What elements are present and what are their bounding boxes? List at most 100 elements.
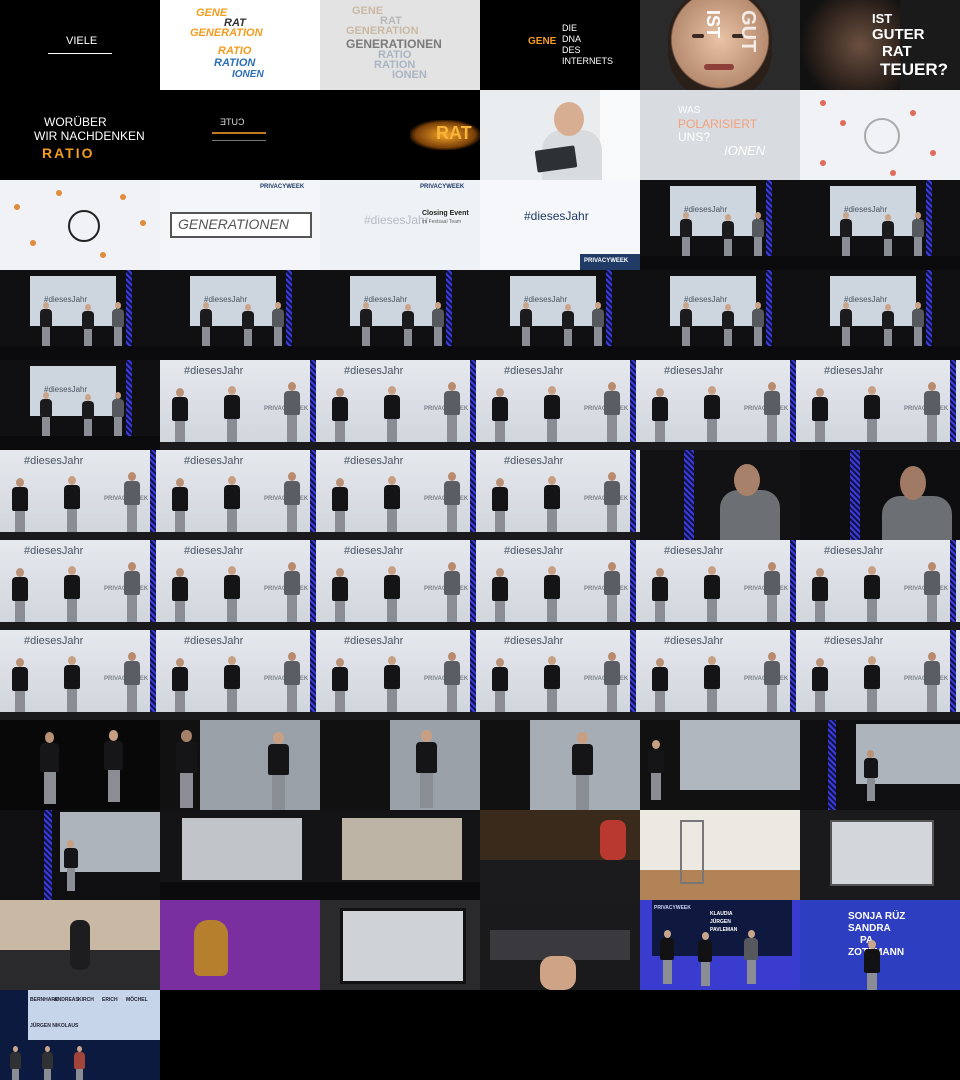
person-legs (927, 685, 937, 712)
tile-switcher[interactable] (480, 900, 640, 990)
person-shirt (40, 398, 52, 417)
tile-network-ra[interactable] (0, 180, 160, 270)
tile-rat-flare[interactable]: RAT (320, 90, 480, 180)
tile-stage-close-r7-0[interactable]: #diesesJahrPRIVACYWEEK (160, 540, 320, 630)
tile-setup[interactable] (0, 900, 160, 990)
tile-mirror[interactable]: ƎTUƆ (160, 90, 320, 180)
tile-empty-hall[interactable] (640, 810, 800, 900)
person-shirt (840, 218, 852, 237)
person (544, 656, 560, 716)
tile-stage-close-r7-5[interactable]: #diesesJahrPRIVACYWEEK (0, 630, 160, 720)
tile-walk-6[interactable] (0, 810, 160, 900)
person (752, 302, 764, 347)
tile-stage-close-r6-1[interactable]: #diesesJahrPRIVACYWEEK (320, 450, 480, 540)
person-legs (662, 959, 672, 984)
person-shirt (604, 571, 620, 595)
person-head (288, 652, 296, 661)
tile-walk-4[interactable] (640, 720, 800, 810)
tile-stage-wide-r4-5[interactable]: #diesesJahr (0, 360, 160, 450)
person (64, 566, 80, 626)
tile-stage-close-r7-2[interactable]: #diesesJahrPRIVACYWEEK (480, 540, 640, 630)
truss (684, 450, 694, 540)
tile-viele[interactable]: VIELE (0, 0, 160, 90)
person (40, 302, 52, 347)
tile-stage-close-r5-1[interactable]: #diesesJahrPRIVACYWEEK (320, 360, 480, 450)
tile-stage-close-r7-4[interactable]: #diesesJahrPRIVACYWEEK (800, 540, 960, 630)
tile-sponsors-1[interactable]: PRIVACYWEEK KLAUDIA JÜRGEN PAVLEMAN (640, 900, 800, 990)
network-node (120, 194, 126, 200)
tile-stage-wide-r4-0[interactable]: #diesesJahr (160, 270, 320, 360)
screen-hashtag: #diesesJahr (24, 455, 84, 467)
tile-stage-close-r7-1[interactable]: #diesesJahrPRIVACYWEEK (320, 540, 480, 630)
screen-hashtag: #diesesJahr (184, 455, 244, 467)
person-head (128, 652, 136, 661)
tile-ist-gut[interactable]: IST GUT (640, 0, 800, 90)
person (562, 304, 574, 349)
person (680, 212, 692, 257)
tile-stage-wide-r3-2[interactable]: #diesesJahr (0, 270, 160, 360)
screen-hashtag: #diesesJahr (344, 455, 404, 467)
person-legs (575, 774, 589, 810)
tile-speaker-close-1[interactable] (640, 450, 800, 540)
tile-stage-close-r8-0[interactable]: #diesesJahrPRIVACYWEEK (160, 630, 320, 720)
tile-screen-frame[interactable] (800, 810, 960, 900)
stage-floor (480, 622, 640, 630)
tile-dna[interactable]: GENE DIE DNA DES INTERNETS (480, 0, 640, 90)
person-shirt (82, 400, 94, 419)
tile-stage-wide-r4-3[interactable]: #diesesJahr (640, 270, 800, 360)
tile-sponsors-2[interactable]: SONJA RÜZSANDRAPAZOTZMANN (800, 900, 960, 990)
tile-stage-close-r8-2[interactable]: #diesesJahrPRIVACYWEEK (480, 630, 640, 720)
tile-dieses-jahr[interactable]: #diesesJahr PRIVACYWEEK (480, 180, 640, 270)
tile-walk-3[interactable] (480, 720, 640, 810)
person-head (701, 932, 709, 941)
tile-projection-room-2[interactable] (320, 810, 480, 900)
person (432, 302, 444, 347)
cloud-word: GENERATION (190, 27, 263, 39)
tile-stage-close-r8-1[interactable]: #diesesJahrPRIVACYWEEK (320, 630, 480, 720)
tile-stage-close-r6-0[interactable]: #diesesJahrPRIVACYWEEK (160, 450, 320, 540)
tile-stage-close-r6-5[interactable]: #diesesJahrPRIVACYWEEK (0, 540, 160, 630)
tile-projection-room-1[interactable] (160, 810, 320, 900)
tile-generationen-box[interactable]: PRIVACYWEEK GENERATIONEN (160, 180, 320, 270)
tile-gene-cloud[interactable]: GENE RAT GENERATION RATIO RATION IONEN (160, 0, 320, 90)
tile-stage-close-r5-5[interactable]: #diesesJahrPRIVACYWEEK (0, 450, 160, 540)
person-shirt (332, 577, 348, 601)
tile-woruber[interactable]: WORÜBER WIR NACHDENKEN RATIO (0, 90, 160, 180)
tile-gene-cloud-faded[interactable]: GENE RAT GENERATION GENERATIONEN RATIO RATION… (320, 0, 480, 90)
truss (630, 540, 636, 630)
tile-stage-close-r5-2[interactable]: #diesesJahrPRIVACYWEEK (480, 360, 640, 450)
tile-stage-close-r5-0[interactable]: #diesesJahrPRIVACYWEEK (160, 360, 320, 450)
tile-stage-wide-r4-4[interactable]: #diesesJahr (800, 270, 960, 360)
person-head (725, 304, 731, 311)
network-node (930, 150, 936, 156)
tile-ist-guter-rat[interactable]: IST GUTER RAT TEUER? (800, 0, 960, 90)
tile-stage-wide-r4-1[interactable]: #diesesJahr (320, 270, 480, 360)
tile-tech-desk[interactable] (480, 810, 640, 900)
tile-stage-close-r7-3[interactable]: #diesesJahrPRIVACYWEEK (640, 540, 800, 630)
tile-stage-wide-r3-0[interactable]: #diesesJahr (640, 180, 800, 270)
tile-man-tablet[interactable] (480, 90, 640, 180)
tile-polarisiert[interactable]: WAS POLARISIERT UNS? IONEN (640, 90, 800, 180)
tile-lucky-cat[interactable] (160, 900, 320, 990)
tile-stage-close-r5-3[interactable]: #diesesJahrPRIVACYWEEK (640, 360, 800, 450)
tile-network-icon[interactable] (800, 90, 960, 180)
tile-stage-close-r8-4[interactable]: #diesesJahrPRIVACYWEEK (800, 630, 960, 720)
person-head (608, 652, 616, 661)
tile-walk-2[interactable] (320, 720, 480, 810)
truss (950, 540, 956, 630)
tile-closing-event[interactable]: PRIVACYWEEK #diesesJahr Closing Event im Fe… (320, 180, 480, 270)
tile-stage-close-r8-3[interactable]: #diesesJahrPRIVACYWEEK (640, 630, 800, 720)
tile-walk-5[interactable] (800, 720, 960, 810)
person (200, 302, 212, 347)
tile-monitor[interactable] (320, 900, 480, 990)
tile-stage-close-r5-4[interactable]: #diesesJahrPRIVACYWEEK (800, 360, 960, 450)
tile-stage-wide-r3-1[interactable]: #diesesJahr (800, 180, 960, 270)
rotated-word: IST (703, 10, 723, 39)
tile-stage-close-r6-2[interactable]: #diesesJahrPRIVACYWEEK (480, 450, 640, 540)
tile-credits[interactable]: BERNHARD ANDREAS KIRCH ERICH MÖCHEL JÜRGEN NI… (0, 990, 160, 1080)
screen-hashtag: #diesesJahr (824, 635, 884, 647)
tile-speaker-close-2[interactable] (800, 450, 960, 540)
tile-stage-wide-r4-2[interactable]: #diesesJahr (480, 270, 640, 360)
tile-two-speakers-dark[interactable] (0, 720, 160, 810)
tile-walk-1[interactable] (160, 720, 320, 810)
